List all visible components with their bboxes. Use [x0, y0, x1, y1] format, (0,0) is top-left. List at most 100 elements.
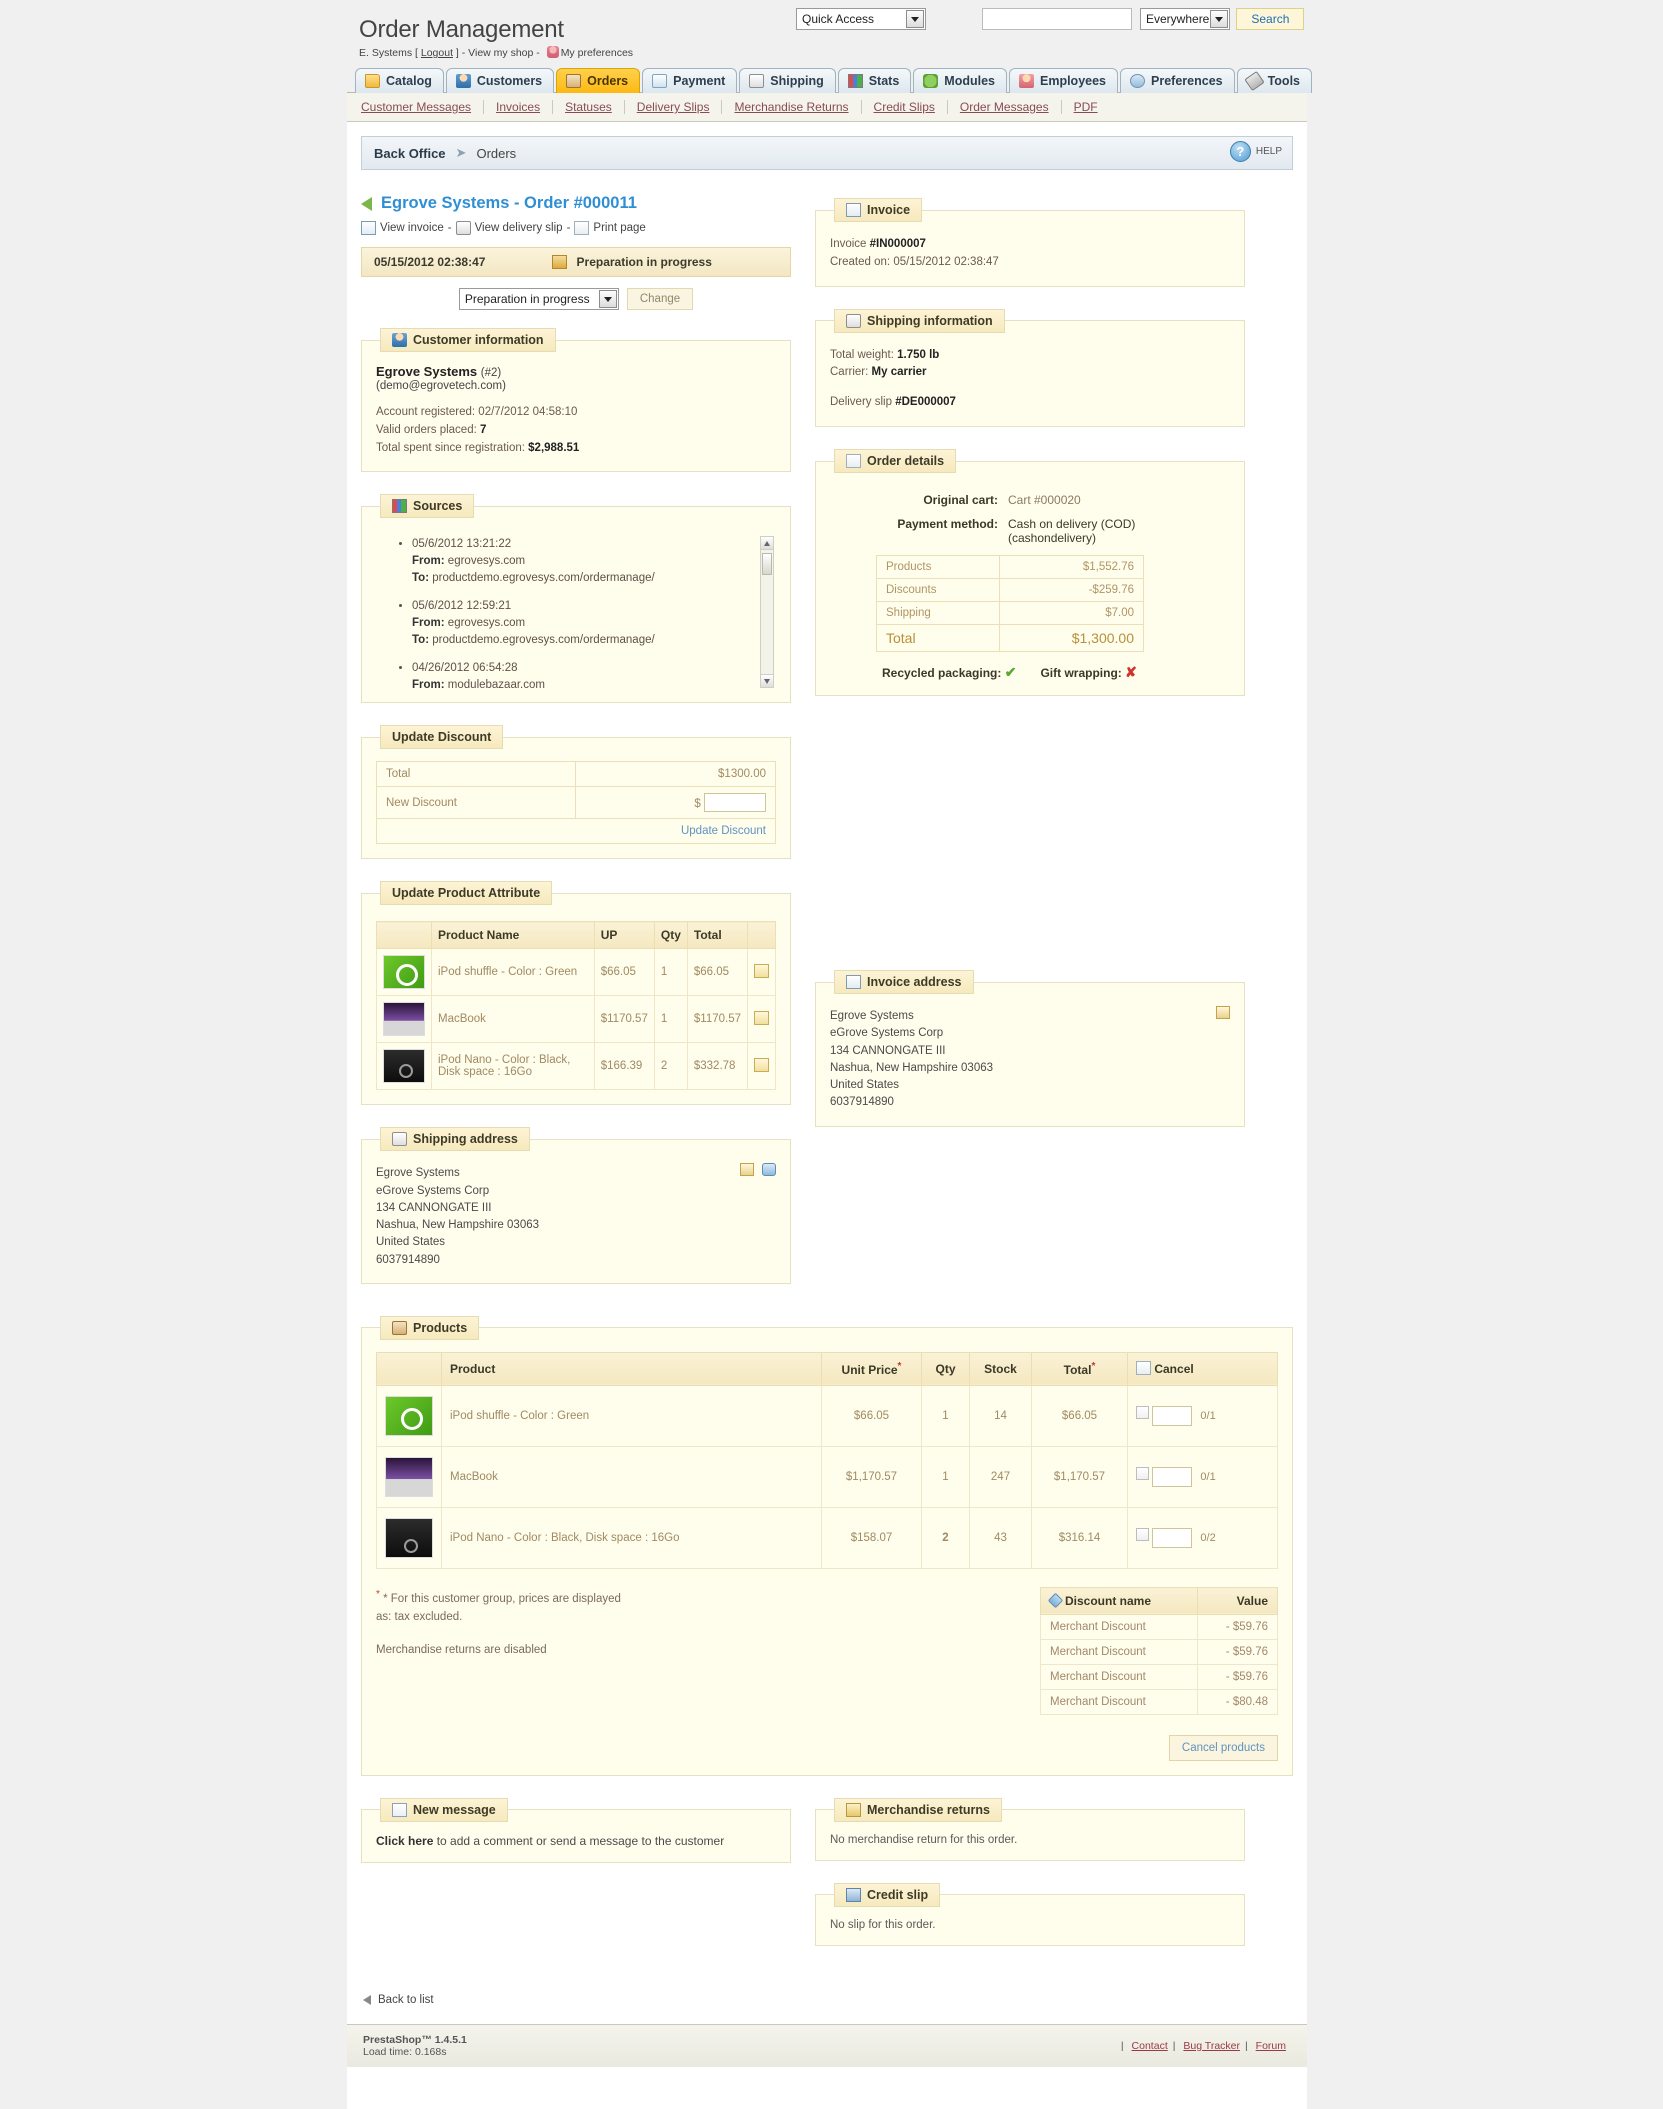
- new-message-link[interactable]: Click here: [376, 1834, 433, 1848]
- refresh-icon[interactable]: [762, 1163, 776, 1177]
- customer-name-text[interactable]: Egrove Systems: [376, 364, 477, 379]
- tab-orders[interactable]: Orders: [556, 68, 641, 93]
- sources-list: 05/6/2012 13:21:22 From: egrovesys.com T…: [394, 536, 776, 688]
- product-cancel-cell: 0/2: [1127, 1506, 1278, 1569]
- tab-stats[interactable]: Stats: [837, 68, 912, 93]
- subnav-delivery-slips[interactable]: Delivery Slips: [625, 100, 723, 114]
- address-line: Egrove Systems: [830, 1010, 914, 1023]
- note-line-2: as: tax excluded.: [376, 1611, 463, 1624]
- footer-bug-tracker-link[interactable]: Bug Tracker: [1183, 2040, 1240, 2052]
- sources-scrollbar[interactable]: [760, 536, 774, 689]
- scroll-up-icon[interactable]: [761, 537, 773, 551]
- search-button[interactable]: Search: [1236, 8, 1305, 30]
- view-shop-link[interactable]: View my shop: [468, 47, 533, 59]
- tab-customers[interactable]: Customers: [445, 68, 555, 93]
- subnav-invoices[interactable]: Invoices: [484, 100, 554, 114]
- order-status-select[interactable]: Preparation in progress: [458, 288, 619, 310]
- tab-employees[interactable]: Employees: [1009, 68, 1119, 93]
- my-preferences-link[interactable]: My preferences: [561, 47, 633, 59]
- address-line: United States: [830, 1079, 900, 1092]
- print-page-link[interactable]: Print page: [593, 222, 645, 234]
- pencil-icon[interactable]: [754, 1010, 769, 1025]
- chevron-down-icon[interactable]: [906, 10, 924, 28]
- header-subline: E. Systems [ Logout ] - View my shop - M…: [359, 46, 634, 59]
- search-scope-select[interactable]: Everywhere: [1140, 8, 1231, 30]
- tab-preferences[interactable]: Preferences: [1120, 68, 1235, 93]
- pencil-icon[interactable]: [754, 963, 769, 978]
- scrollbar-thumb[interactable]: [762, 553, 772, 576]
- chevron-down-icon[interactable]: [598, 290, 617, 308]
- update-product-attribute-panel: Update Product Attribute Product Name UP…: [361, 881, 791, 1106]
- search-input[interactable]: [982, 8, 1132, 30]
- subnav-pdf[interactable]: PDF: [1062, 100, 1110, 114]
- edit-cell[interactable]: [747, 948, 776, 997]
- customer-information-legend: Customer information: [380, 328, 556, 352]
- invoice-number-value[interactable]: #IN000007: [870, 238, 926, 250]
- table-row: Discounts -$259.76: [875, 578, 1144, 603]
- quick-access-select[interactable]: Quick Access: [796, 8, 926, 30]
- tab-shipping[interactable]: Shipping: [739, 68, 836, 93]
- cancel-products-button[interactable]: Cancel products: [1168, 1734, 1278, 1761]
- order-totals-table: Products $1,552.76 Discounts -$259.76 Sh…: [875, 555, 1144, 653]
- cancel-checkbox[interactable]: [1136, 1405, 1149, 1419]
- change-status-button[interactable]: Change: [626, 288, 694, 310]
- breadcrumb-root[interactable]: Back Office: [374, 146, 446, 161]
- chevron-down-icon[interactable]: [1210, 10, 1229, 28]
- product-unit-price: $66.05: [821, 1384, 922, 1447]
- scroll-down-icon[interactable]: [761, 674, 773, 688]
- edit-pencil-icon[interactable]: [740, 1163, 754, 1177]
- product-qty: 2: [653, 1042, 688, 1091]
- subnav-credit-slips[interactable]: Credit Slips: [862, 100, 948, 114]
- tab-modules[interactable]: Modules: [913, 68, 1007, 93]
- back-to-list[interactable]: Back to list: [363, 1994, 1293, 2006]
- tab-tools[interactable]: Tools: [1236, 68, 1312, 93]
- source-to-label: To:: [412, 633, 430, 646]
- subnav-order-messages[interactable]: Order Messages: [948, 100, 1062, 114]
- tab-catalog[interactable]: Catalog: [355, 68, 444, 93]
- view-delivery-slip-link[interactable]: View delivery slip: [475, 222, 563, 234]
- help-button[interactable]: ? HELP: [1229, 141, 1282, 162]
- footer-forum-link[interactable]: Forum: [1256, 2040, 1286, 2052]
- cancel-qty-input[interactable]: [1152, 1405, 1193, 1426]
- sources-legend: Sources: [380, 494, 475, 519]
- shipping-information-legend: Shipping information: [834, 308, 1005, 333]
- back-arrow-icon[interactable]: [361, 196, 372, 211]
- view-invoice-link[interactable]: View invoice: [380, 222, 444, 234]
- col-qty: Qty: [921, 1351, 970, 1386]
- new-discount-input[interactable]: [704, 793, 766, 813]
- table-row: Update Discount: [376, 818, 776, 845]
- app-shell: Order Management E. Systems [ Logout ] -…: [347, 0, 1312, 2109]
- subnav-customer-messages[interactable]: Customer Messages: [361, 100, 485, 114]
- subnav-merchandise-returns[interactable]: Merchandise Returns: [722, 100, 862, 114]
- customer-icon: [392, 333, 407, 347]
- totals-discounts-value: -$259.76: [999, 578, 1144, 603]
- cancel-fraction: 0/1: [1200, 1409, 1216, 1422]
- cancel-checkbox[interactable]: [1136, 1466, 1149, 1480]
- cart-icon: [392, 1320, 407, 1335]
- order-title-text[interactable]: Egrove Systems - Order #000011: [381, 194, 637, 213]
- edit-cell[interactable]: [747, 1042, 776, 1091]
- tab-payment[interactable]: Payment: [642, 68, 738, 93]
- original-cart-value[interactable]: Cart #000020: [1008, 493, 1081, 507]
- footer-contact-link[interactable]: Contact: [1132, 2040, 1168, 2052]
- logout-link[interactable]: Logout: [421, 47, 453, 59]
- cancel-qty-input[interactable]: [1152, 1527, 1193, 1548]
- product-name: MacBook: [431, 995, 595, 1044]
- cancel-checkbox[interactable]: [1136, 1527, 1149, 1541]
- table-row: New Discount $: [376, 786, 777, 820]
- question-mark-icon: ?: [1229, 141, 1251, 162]
- edit-pencil-icon[interactable]: [1216, 1006, 1230, 1020]
- carrier-label: Carrier:: [830, 366, 869, 379]
- legend-text: Sources: [413, 499, 463, 514]
- cancel-qty-input[interactable]: [1152, 1466, 1193, 1487]
- totals-products-value: $1,552.76: [999, 555, 1144, 580]
- edit-cell[interactable]: [747, 995, 776, 1044]
- sources-scroll-area[interactable]: 05/6/2012 13:21:22 From: egrovesys.com T…: [376, 536, 776, 689]
- sub-navigation: Customer Messages Invoices Statuses Deli…: [347, 92, 1307, 122]
- table-row: Merchant Discount - $59.76: [1040, 1638, 1279, 1665]
- pencil-icon[interactable]: [754, 1057, 769, 1072]
- original-cart-row: Original cart: Cart #000020: [830, 493, 1230, 507]
- subnav-statuses[interactable]: Statuses: [553, 100, 625, 114]
- delivery-slip-value[interactable]: #DE000007: [895, 396, 956, 408]
- update-discount-button[interactable]: Update Discount: [681, 825, 766, 837]
